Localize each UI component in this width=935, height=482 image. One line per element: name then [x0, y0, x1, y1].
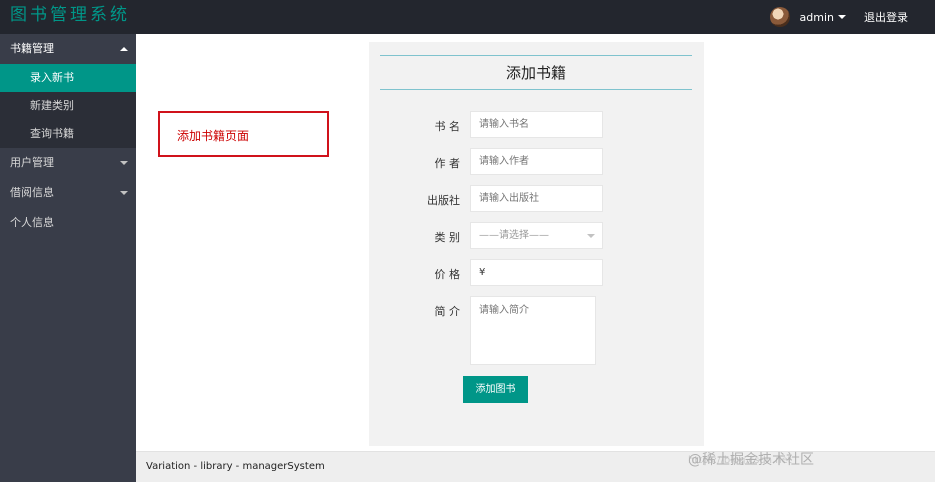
nav-group-users[interactable]: 用户管理 — [0, 148, 136, 178]
category-select-value: ——请选择—— — [479, 230, 549, 241]
nav-group-books[interactable]: 书籍管理 — [0, 34, 136, 64]
add-book-button[interactable]: 添加图书 — [463, 376, 528, 403]
annotation-label: 添加书籍页面 — [177, 129, 250, 143]
sidebar-item-search-books[interactable]: 查询书籍 — [0, 120, 136, 148]
field-label-title: 书 名 — [434, 120, 461, 133]
intro-textarea[interactable] — [470, 296, 596, 365]
username[interactable]: admin — [800, 11, 834, 24]
nav-group-label: 借阅信息 — [10, 186, 54, 199]
app-logo[interactable]: 图书管理系统 — [10, 4, 130, 26]
category-select[interactable]: ——请选择—— — [470, 222, 603, 249]
author-input[interactable] — [470, 148, 603, 175]
nav-group-profile[interactable]: 个人信息 — [0, 208, 136, 238]
sidebar: 书籍管理 录入新书 新建类别 查询书籍 用户管理 借阅信息 个人信息 — [0, 34, 136, 482]
top-header: 图书管理系统 admin 退出登录 — [0, 0, 935, 34]
add-book-form: 添加书籍 书 名 作 者 出版社 类 别 ——请选择—— 价 格 简 介 添加图… — [369, 42, 704, 446]
field-label-category: 类 别 — [434, 231, 461, 244]
footer-text: Variation - library - managerSystem — [146, 461, 325, 472]
sidebar-item-new-category[interactable]: 新建类别 — [0, 92, 136, 120]
form-title: 添加书籍 — [380, 55, 692, 90]
logout-link[interactable]: 退出登录 — [864, 9, 908, 25]
sidebar-item-add-book[interactable]: 录入新书 — [0, 64, 136, 92]
books-submenu: 录入新书 新建类别 查询书籍 — [0, 64, 136, 148]
nav-group-label: 用户管理 — [10, 156, 54, 169]
chevron-down-icon — [587, 234, 595, 238]
chevron-down-icon — [120, 161, 128, 165]
field-label-intro: 简 介 — [434, 305, 461, 318]
field-label-author: 作 者 — [434, 157, 461, 170]
footer: Variation - library - managerSystem — [136, 451, 935, 482]
field-label-price: 价 格 — [434, 268, 461, 281]
price-input[interactable] — [470, 259, 603, 286]
field-label-publisher: 出版社 — [427, 194, 460, 207]
user-area: admin 退出登录 — [769, 0, 935, 34]
annotation-box: 添加书籍页面 — [158, 111, 329, 157]
publisher-input[interactable] — [470, 185, 603, 212]
chevron-down-icon[interactable] — [838, 15, 846, 19]
chevron-down-icon — [120, 191, 128, 195]
avatar[interactable] — [769, 7, 790, 27]
nav-group-label: 书籍管理 — [10, 42, 54, 55]
nav-group-borrow[interactable]: 借阅信息 — [0, 178, 136, 208]
nav-group-label: 个人信息 — [10, 216, 54, 229]
title-input[interactable] — [470, 111, 603, 138]
chevron-up-icon — [120, 47, 128, 51]
watermark: @稀土掘金技术社区 — [688, 452, 814, 468]
